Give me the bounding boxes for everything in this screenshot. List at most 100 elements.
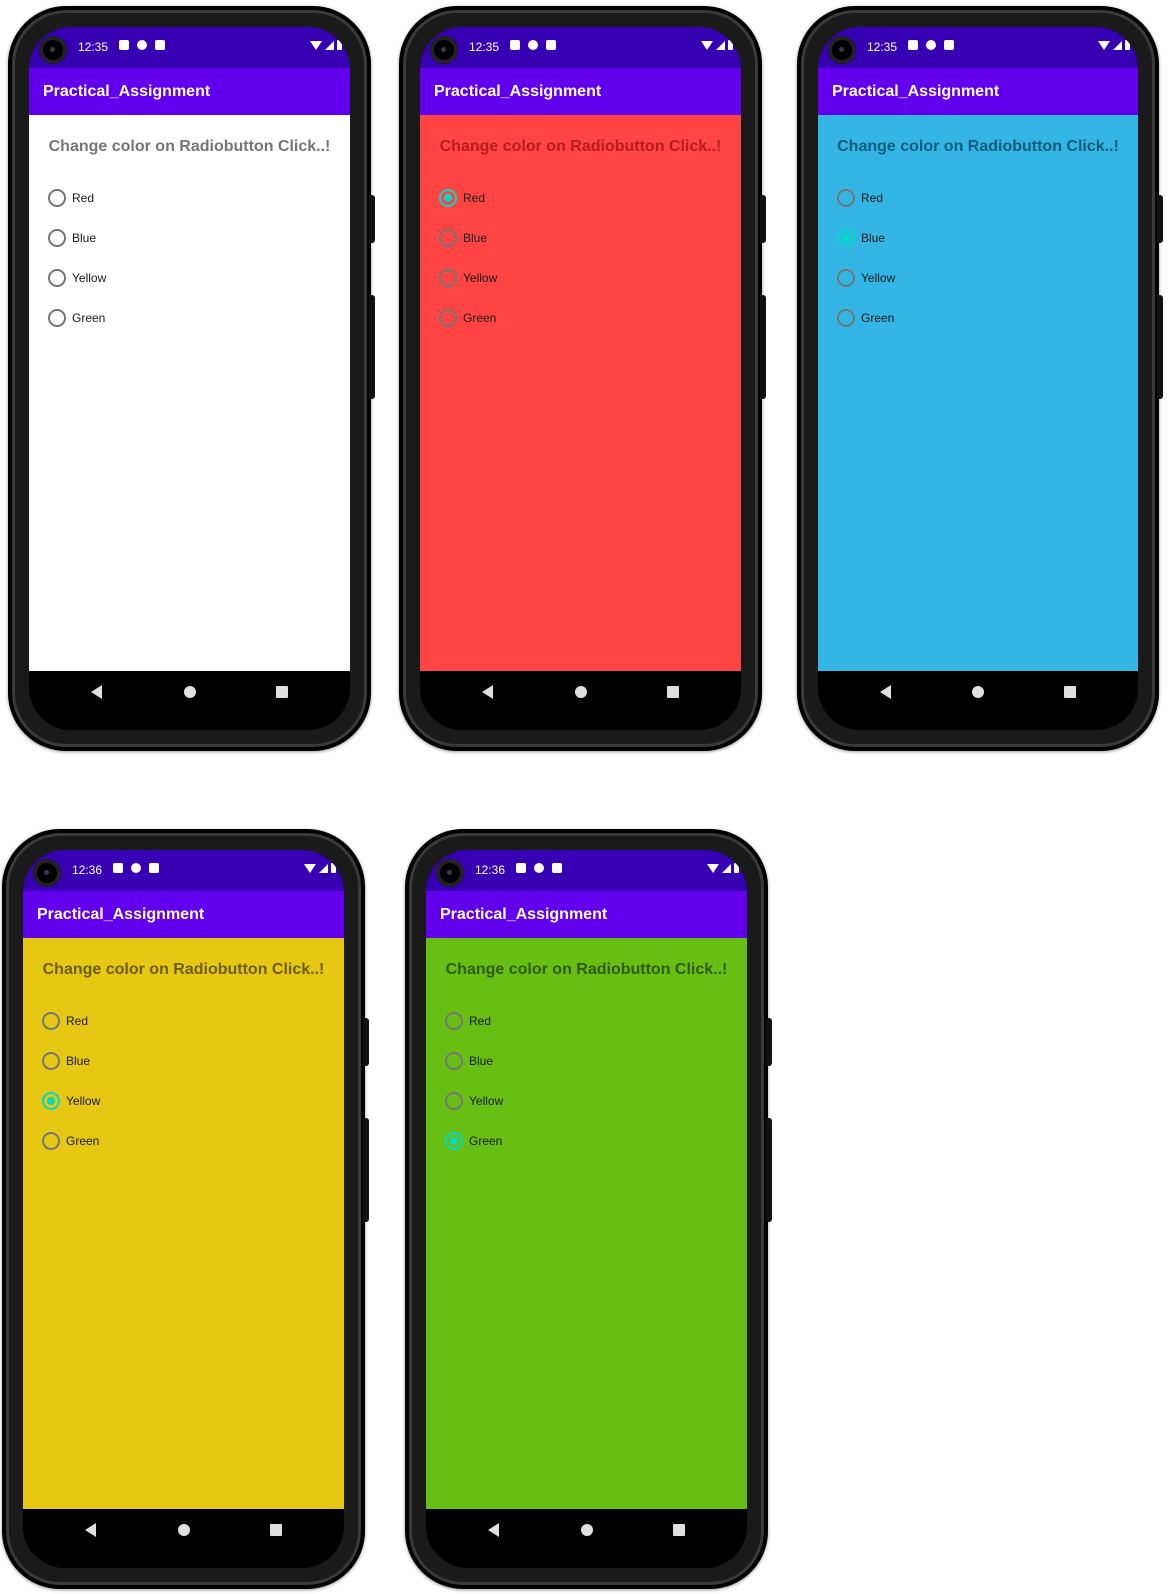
sd-card-icon xyxy=(149,863,159,873)
radio-option-red[interactable]: Red xyxy=(837,178,895,218)
radio-option-yellow[interactable]: Yellow xyxy=(837,258,895,298)
radio-circle-icon[interactable] xyxy=(42,1012,60,1030)
radio-label: Green xyxy=(463,311,497,325)
recents-icon[interactable] xyxy=(270,1524,282,1536)
radio-label: Red xyxy=(66,1014,89,1028)
phone-frame-3: 12:35 Practical_Assignment Change color … xyxy=(797,6,1163,751)
radio-label: Blue xyxy=(469,1054,494,1068)
status-system-icons xyxy=(707,863,739,873)
radio-label: Yellow xyxy=(66,1094,101,1108)
volume-button xyxy=(766,1018,772,1066)
home-icon[interactable] xyxy=(972,686,984,698)
power-button xyxy=(766,1118,772,1222)
radio-label: Blue xyxy=(463,231,488,245)
radio-circle-icon[interactable] xyxy=(837,189,855,207)
back-icon[interactable] xyxy=(880,685,891,699)
power-button xyxy=(1157,295,1163,399)
back-icon[interactable] xyxy=(85,1523,96,1537)
app-title: Practical_Assignment xyxy=(43,83,211,100)
radio-label: Green xyxy=(861,311,895,325)
wifi-icon xyxy=(304,863,316,873)
page-heading: Change color on Radiobutton Click..! xyxy=(439,138,722,155)
radio-option-red[interactable]: Red xyxy=(439,178,497,218)
radio-option-yellow[interactable]: Yellow xyxy=(445,1081,503,1121)
color-radio-group: Red Blue Yellow Green xyxy=(42,1001,100,1161)
battery-icon xyxy=(331,863,336,873)
app-title: Practical_Assignment xyxy=(434,83,602,100)
radio-circle-icon[interactable] xyxy=(48,189,66,207)
radio-circle-icon[interactable] xyxy=(42,1132,60,1150)
home-icon[interactable] xyxy=(183,686,196,698)
radio-circle-icon[interactable] xyxy=(837,309,855,327)
radio-option-green[interactable]: Green xyxy=(439,298,497,338)
radio-option-red[interactable]: Red xyxy=(48,178,106,218)
app-bar: Practical_Assignment xyxy=(23,891,344,938)
radio-label: Blue xyxy=(861,231,886,245)
wifi-icon xyxy=(1098,40,1110,50)
status-bar: 12:36 xyxy=(426,850,747,891)
volume-button xyxy=(369,195,375,243)
radio-circle-icon[interactable] xyxy=(439,309,457,327)
radio-circle-icon[interactable] xyxy=(439,229,457,247)
signal-icon xyxy=(716,40,725,50)
radio-circle-icon[interactable] xyxy=(42,1092,60,1110)
radio-circle-icon[interactable] xyxy=(837,229,855,247)
radio-label: Yellow xyxy=(469,1094,504,1108)
app-title: Practical_Assignment xyxy=(832,83,1000,100)
home-icon[interactable] xyxy=(177,1524,190,1536)
radio-option-red[interactable]: Red xyxy=(42,1001,100,1041)
radio-option-yellow[interactable]: Yellow xyxy=(439,258,497,298)
radio-circle-icon[interactable] xyxy=(48,229,66,247)
radio-circle-icon[interactable] xyxy=(445,1012,463,1030)
radio-option-blue[interactable]: Blue xyxy=(48,218,106,258)
radio-circle-icon[interactable] xyxy=(445,1092,463,1110)
status-notification-icons xyxy=(516,863,562,873)
radio-option-green[interactable]: Green xyxy=(42,1121,100,1161)
radio-option-green[interactable]: Green xyxy=(445,1121,503,1161)
notification-p-icon xyxy=(131,863,141,873)
wifi-icon xyxy=(707,863,719,873)
status-notification-icons xyxy=(119,40,165,50)
radio-option-green[interactable]: Green xyxy=(48,298,106,338)
radio-label: Blue xyxy=(66,1054,91,1068)
volume-button xyxy=(363,1018,369,1066)
radio-option-yellow[interactable]: Yellow xyxy=(42,1081,100,1121)
recents-icon[interactable] xyxy=(667,686,679,698)
notification-a-icon xyxy=(510,40,520,50)
radio-circle-icon[interactable] xyxy=(48,269,66,287)
radio-circle-icon[interactable] xyxy=(445,1052,463,1070)
radio-option-blue[interactable]: Blue xyxy=(837,218,895,258)
status-bar: 12:35 xyxy=(818,27,1138,68)
camera-icon xyxy=(430,36,458,64)
recents-icon[interactable] xyxy=(1064,686,1076,698)
wifi-icon xyxy=(310,40,322,50)
recents-icon[interactable] xyxy=(673,1524,685,1536)
page-heading: Change color on Radiobutton Click..! xyxy=(837,138,1119,155)
phone-screen: 12:36 Practical_Assignment Change color … xyxy=(23,850,344,1568)
radio-circle-icon[interactable] xyxy=(42,1052,60,1070)
radio-option-blue[interactable]: Blue xyxy=(445,1041,503,1081)
app-title: Practical_Assignment xyxy=(440,906,608,923)
content-area: Change color on Radiobutton Click..! Red… xyxy=(29,115,350,671)
radio-option-blue[interactable]: Blue xyxy=(439,218,497,258)
radio-circle-icon[interactable] xyxy=(837,269,855,287)
radio-option-yellow[interactable]: Yellow xyxy=(48,258,106,298)
radio-circle-icon[interactable] xyxy=(439,269,457,287)
back-icon[interactable] xyxy=(488,1523,499,1537)
radio-circle-icon[interactable] xyxy=(445,1132,463,1150)
radio-circle-icon[interactable] xyxy=(439,189,457,207)
home-icon[interactable] xyxy=(580,1524,593,1536)
radio-option-green[interactable]: Green xyxy=(837,298,895,338)
signal-icon xyxy=(722,863,731,873)
home-icon[interactable] xyxy=(574,686,587,698)
back-icon[interactable] xyxy=(91,685,102,699)
radio-circle-icon[interactable] xyxy=(48,309,66,327)
recents-icon[interactable] xyxy=(276,686,288,698)
radio-option-red[interactable]: Red xyxy=(445,1001,503,1041)
phone-screen: 12:36 Practical_Assignment Change color … xyxy=(426,850,747,1568)
radio-option-blue[interactable]: Blue xyxy=(42,1041,100,1081)
back-icon[interactable] xyxy=(482,685,493,699)
camera-icon xyxy=(828,36,856,64)
page-heading: Change color on Radiobutton Click..! xyxy=(48,138,331,155)
sd-card-icon xyxy=(546,40,556,50)
